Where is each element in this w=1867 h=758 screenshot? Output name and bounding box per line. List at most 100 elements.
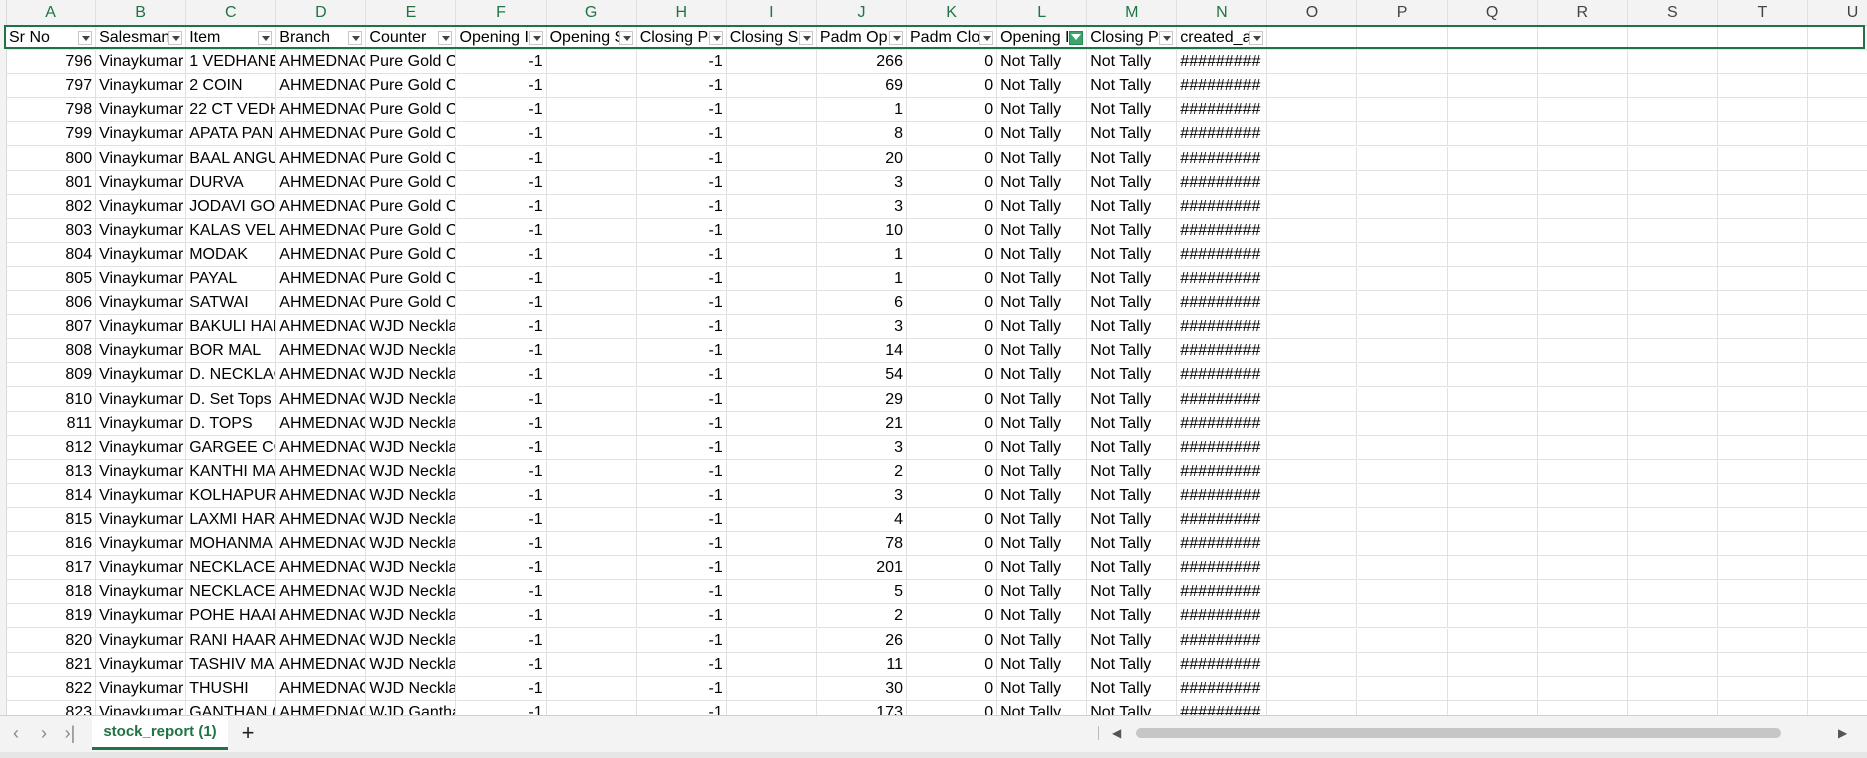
header-cell[interactable]: Opening S [546, 26, 637, 50]
table-cell[interactable]: GANTHAN (I [186, 700, 277, 715]
table-cell[interactable]: Not Tally [997, 291, 1088, 316]
empty-cell[interactable] [1537, 532, 1628, 557]
table-cell[interactable]: Not Tally [1087, 580, 1178, 605]
table-cell[interactable]: 822 [6, 676, 97, 701]
table-cell[interactable]: WJD Neckla [366, 532, 457, 557]
table-cell[interactable]: 803 [6, 218, 97, 243]
empty-cell[interactable] [1447, 508, 1538, 532]
empty-cell[interactable] [1717, 122, 1808, 147]
table-cell[interactable]: 796 [6, 50, 97, 75]
table-cell[interactable]: 5 [816, 580, 907, 605]
header-cell[interactable]: Item [186, 26, 277, 50]
empty-cell[interactable] [1267, 218, 1358, 243]
table-cell[interactable] [546, 50, 637, 75]
table-cell[interactable] [546, 483, 637, 508]
table-cell[interactable] [546, 435, 637, 460]
table-cell[interactable]: -1 [636, 387, 727, 412]
table-cell[interactable]: 0 [907, 700, 998, 715]
empty-cell[interactable] [1447, 652, 1538, 677]
table-cell[interactable]: ######### [1177, 146, 1268, 171]
column-letter-s[interactable]: S [1628, 0, 1718, 25]
column-letter-h[interactable]: H [637, 0, 727, 25]
filter-dropdown-icon[interactable] [168, 31, 183, 45]
table-cell[interactable]: THUSHI [186, 676, 277, 701]
table-cell[interactable]: -1 [636, 580, 727, 605]
table-cell[interactable]: AHMEDNAG [276, 652, 367, 677]
empty-cell[interactable] [1717, 556, 1808, 581]
table-cell[interactable]: AHMEDNAG [276, 194, 367, 219]
empty-cell[interactable] [1808, 508, 1867, 532]
table-cell[interactable]: AHMEDNAG [276, 74, 367, 99]
table-cell[interactable] [546, 652, 637, 677]
table-cell[interactable]: -1 [456, 483, 547, 508]
empty-cell[interactable] [1717, 146, 1808, 171]
table-cell[interactable] [727, 700, 817, 715]
table-cell[interactable]: Pure Gold C [366, 170, 457, 195]
table-cell[interactable]: JODAVI GOL [186, 194, 277, 219]
table-cell[interactable] [546, 628, 637, 653]
table-cell[interactable]: Not Tally [997, 315, 1088, 340]
table-cell[interactable]: -1 [456, 411, 547, 436]
table-cell[interactable]: 813 [6, 459, 97, 484]
table-cell[interactable]: 173 [817, 700, 907, 715]
table-cell[interactable]: 823 [6, 700, 97, 715]
empty-cell[interactable] [1537, 50, 1628, 75]
empty-cell[interactable] [1448, 700, 1538, 715]
scroll-right-icon[interactable]: ▶ [1838, 725, 1847, 741]
scrollbar-thumb[interactable] [1136, 728, 1781, 738]
empty-cell[interactable] [1537, 556, 1628, 581]
table-cell[interactable]: 0 [907, 411, 998, 436]
empty-cell[interactable] [1267, 267, 1358, 291]
column-letter-g[interactable]: G [547, 0, 637, 25]
empty-cell[interactable] [1627, 580, 1718, 605]
empty-cell[interactable] [1357, 435, 1448, 460]
table-cell[interactable]: -1 [456, 363, 547, 388]
empty-cell[interactable] [1357, 411, 1448, 436]
table-cell[interactable] [546, 146, 637, 171]
empty-cell[interactable] [1357, 194, 1448, 219]
table-cell[interactable]: AHMEDNAG [276, 628, 367, 653]
empty-cell[interactable] [1627, 459, 1718, 484]
table-cell[interactable]: Not Tally [997, 98, 1088, 123]
filter-dropdown-icon[interactable] [1159, 31, 1174, 45]
table-cell[interactable]: -1 [636, 98, 727, 123]
empty-cell[interactable] [1537, 242, 1628, 267]
table-cell[interactable]: Vinaykumar [96, 74, 187, 99]
empty-cell[interactable] [1267, 315, 1358, 340]
table-cell[interactable]: 798 [6, 98, 97, 123]
empty-cell[interactable] [1267, 628, 1358, 653]
table-cell[interactable]: 0 [907, 267, 998, 291]
table-cell[interactable]: AHMEDNAG [276, 508, 367, 532]
empty-cell[interactable] [1808, 147, 1867, 171]
table-cell[interactable] [546, 267, 637, 291]
empty-cell[interactable] [1447, 315, 1538, 340]
table-cell[interactable]: ######### [1177, 628, 1268, 653]
table-cell[interactable]: Not Tally [1087, 652, 1178, 677]
table-cell[interactable]: ######### [1177, 122, 1268, 147]
empty-cell[interactable] [1717, 652, 1808, 677]
table-cell[interactable]: -1 [456, 604, 547, 629]
table-cell[interactable]: Vinaykumar [96, 50, 187, 75]
table-cell[interactable]: WJD Neckla [366, 652, 457, 677]
empty-cell[interactable] [1627, 387, 1718, 412]
table-cell[interactable]: Not Tally [997, 170, 1088, 195]
table-cell[interactable]: ######### [1177, 267, 1268, 291]
empty-cell[interactable] [1357, 652, 1448, 677]
empty-cell[interactable] [1447, 170, 1538, 195]
table-cell[interactable]: 802 [6, 194, 97, 219]
empty-cell[interactable] [1717, 604, 1808, 629]
table-cell[interactable]: 804 [6, 242, 97, 267]
empty-cell[interactable] [1717, 532, 1808, 557]
empty-cell[interactable] [1357, 26, 1448, 50]
table-cell[interactable]: WJD Neckla [366, 580, 457, 605]
table-cell[interactable]: Vinaykumar [96, 459, 187, 484]
empty-cell[interactable] [1447, 74, 1538, 99]
table-cell[interactable]: AHMEDNAG [276, 267, 367, 291]
table-cell[interactable]: Not Tally [1087, 387, 1178, 412]
table-cell[interactable]: TASHIV MAI [186, 652, 277, 677]
table-cell[interactable]: -1 [636, 459, 727, 484]
empty-cell[interactable] [1267, 50, 1358, 75]
table-cell[interactable]: 29 [816, 387, 907, 412]
table-cell[interactable] [546, 315, 637, 340]
table-cell[interactable]: 0 [907, 532, 998, 557]
